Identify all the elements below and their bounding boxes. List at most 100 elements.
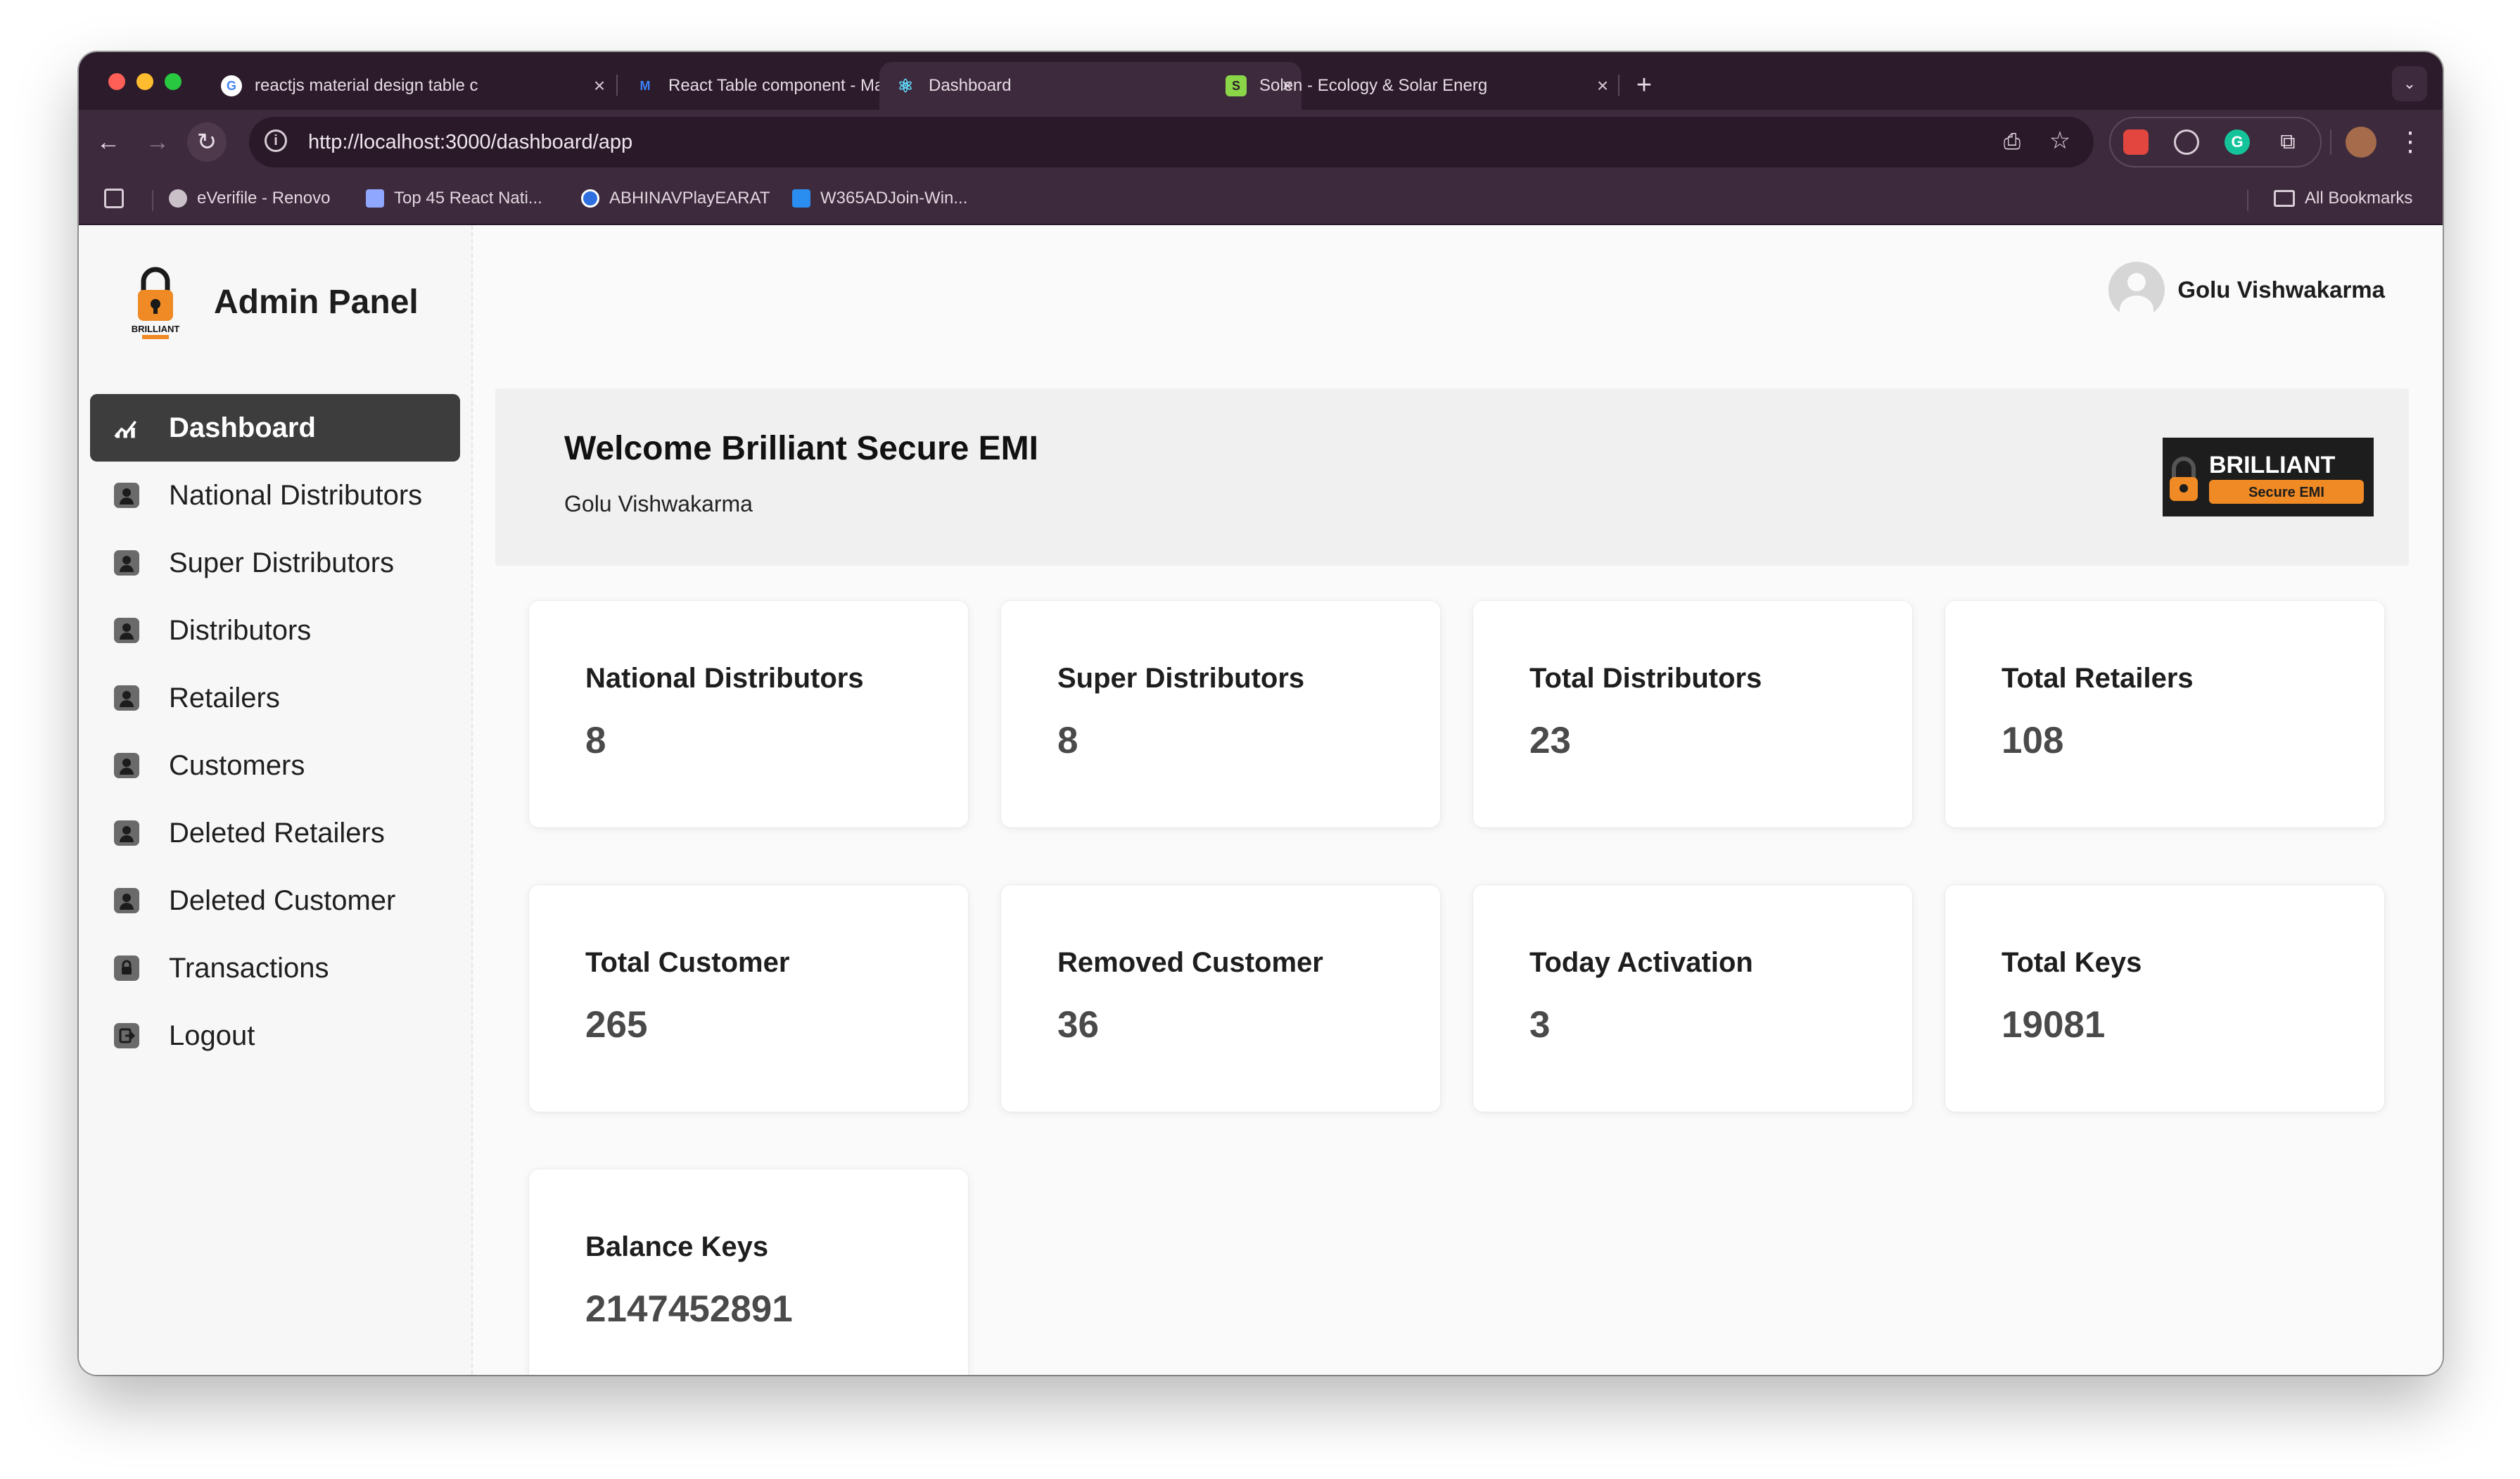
bookmark-abhinav[interactable]: ABHINAVPlayEARAT: [581, 189, 770, 208]
bookmark-label: eVerifile - Renovo: [197, 189, 331, 208]
sidebar-item-label: Distributors: [169, 614, 312, 646]
close-window-button[interactable]: [108, 73, 125, 90]
stat-value: 23: [1529, 720, 1571, 761]
stat-value: 2147452891: [585, 1288, 793, 1330]
bookmark-react-native[interactable]: Top 45 React Nati...: [366, 189, 542, 208]
welcome-subtitle: Golu Vishwakarma: [564, 491, 753, 516]
stat-card-total-retailers[interactable]: Total Retailers 108: [1945, 601, 2384, 827]
apps-grid-icon[interactable]: [104, 189, 124, 208]
stat-label: Today Activation: [1529, 947, 1753, 978]
google-icon: G: [221, 75, 242, 96]
bookmark-favicon-icon: [792, 189, 810, 208]
new-tab-button[interactable]: +: [1627, 68, 1662, 103]
stat-card-removed-customer[interactable]: Removed Customer 36: [1001, 885, 1440, 1112]
logo-brand-text: BRILLIANT: [2209, 452, 2336, 478]
extensions-puzzle-icon[interactable]: ⧉: [2275, 129, 2301, 155]
sidebar-item-customers[interactable]: Customers: [90, 732, 460, 799]
bookmark-favicon-icon: [366, 189, 384, 208]
grammarly-icon[interactable]: G: [2225, 129, 2250, 155]
person-icon: [114, 550, 139, 576]
stat-label: Total Retailers: [2002, 663, 2194, 694]
stat-label: Total Distributors: [1529, 663, 1762, 694]
tab-bar: G reactjs material design table c × M Re…: [79, 52, 2443, 110]
stat-value: 265: [585, 1004, 648, 1046]
back-icon[interactable]: ←: [89, 122, 128, 162]
brilliant-secure-emi-logo: BRILLIANT Secure EMI: [2163, 438, 2374, 516]
stat-label: Super Distributors: [1057, 663, 1305, 694]
folder-icon: [2274, 190, 2295, 207]
mui-icon: M: [639, 78, 651, 93]
sidebar-item-deleted-customer[interactable]: Deleted Customer: [90, 867, 460, 934]
tab-title: reactjs material design table c: [255, 76, 478, 95]
sidebar-item-label: Customers: [169, 749, 305, 781]
brilliant-logo: BRILLIANT: [132, 267, 180, 339]
chart-icon: [114, 415, 139, 440]
reload-icon[interactable]: ↻: [187, 122, 227, 162]
sidebar-item-label: Retailers: [169, 682, 280, 713]
sidebar-title: Admin Panel: [214, 284, 419, 321]
logo-tagline-text: Secure EMI: [2248, 485, 2324, 500]
sidebar-item-label: Logout: [169, 1020, 255, 1051]
stat-label: National Distributors: [585, 663, 864, 694]
stat-label: Total Keys: [2002, 947, 2142, 978]
sidebar-item-distributors[interactable]: Distributors: [90, 597, 460, 664]
bookmark-star-icon[interactable]: ☆: [2047, 128, 2073, 153]
all-bookmarks-button[interactable]: All Bookmarks: [2274, 189, 2412, 208]
stat-value: 19081: [2002, 1004, 2106, 1046]
bookmark-w365[interactable]: W365ADJoin-Win...: [792, 189, 967, 208]
avatar[interactable]: [2108, 262, 2165, 318]
stat-card-total-distributors[interactable]: Total Distributors 23: [1473, 601, 1912, 827]
logo-text: BRILLIANT: [132, 324, 180, 334]
profile-avatar-icon[interactable]: [2346, 127, 2376, 158]
sidebar-item-dashboard[interactable]: Dashboard: [90, 394, 460, 462]
site-info-icon[interactable]: i: [265, 129, 287, 152]
extension-icon[interactable]: [2123, 129, 2149, 155]
sidebar-item-super-distributors[interactable]: Super Distributors: [90, 529, 460, 597]
stat-value: 36: [1057, 1004, 1099, 1046]
sidebar-item-label: Dashboard: [169, 412, 316, 443]
stat-value: 108: [2002, 720, 2064, 761]
browser-menu-icon[interactable]: ⋮: [2396, 122, 2424, 162]
bookmark-everifile[interactable]: eVerifile - Renovo: [169, 189, 330, 208]
maximize-window-button[interactable]: [165, 73, 182, 90]
stat-label: Balance Keys: [585, 1231, 769, 1262]
bookmarks-bar: eVerifile - Renovo Top 45 React Nati... …: [79, 174, 2443, 225]
sidebar-item-deleted-retailers[interactable]: Deleted Retailers: [90, 799, 460, 867]
stat-card-total-customer[interactable]: Total Customer 265: [529, 885, 968, 1112]
sidebar-item-label: Super Distributors: [169, 547, 395, 578]
person-icon: [114, 618, 139, 643]
bookmark-label: W365ADJoin-Win...: [820, 189, 968, 208]
stat-value: 8: [585, 720, 606, 761]
welcome-title: Welcome Brilliant Secure EMI: [564, 430, 1038, 467]
forward-icon[interactable]: →: [138, 122, 177, 162]
stat-value: 3: [1529, 1004, 1551, 1046]
install-app-icon[interactable]: ⎙: [1999, 129, 2025, 155]
stat-card-super-distributors[interactable]: Super Distributors 8: [1001, 601, 1440, 827]
person-icon: [114, 753, 139, 778]
tab-reactjs-table[interactable]: G reactjs material design table c ×: [205, 62, 613, 110]
minimize-window-button[interactable]: [136, 73, 153, 90]
sidebar-item-national-distributors[interactable]: National Distributors: [90, 462, 460, 529]
stat-card-national-distributors[interactable]: National Distributors 8: [529, 601, 968, 827]
tab-search-chevron-icon[interactable]: ⌄: [2392, 66, 2427, 101]
stat-label: Removed Customer: [1057, 947, 1323, 978]
stat-card-balance-keys[interactable]: Balance Keys 2147452891: [529, 1169, 968, 1375]
user-menu[interactable]: Golu Vishwakarma: [2108, 262, 2385, 318]
address-bar[interactable]: i http://localhost:3000/dashboard/app ⎙ …: [249, 117, 2094, 167]
extension-target-icon[interactable]: [2174, 129, 2199, 155]
sidebar-item-logout[interactable]: Logout: [90, 1002, 460, 1069]
stat-card-today-activation[interactable]: Today Activation 3: [1473, 885, 1912, 1112]
solen-icon: S: [1226, 75, 1247, 96]
close-tab-icon[interactable]: ×: [585, 75, 613, 97]
stat-card-total-keys[interactable]: Total Keys 19081: [1945, 885, 2384, 1112]
person-icon: [114, 483, 139, 508]
person-icon: [114, 820, 139, 846]
close-tab-icon[interactable]: ×: [1589, 75, 1617, 97]
person-icon: [114, 685, 139, 711]
url-text: http://localhost:3000/dashboard/app: [308, 131, 633, 153]
sidebar-item-retailers[interactable]: Retailers: [90, 664, 460, 732]
tab-solen[interactable]: S Solen - Ecology & Solar Energ ×: [1210, 62, 1617, 110]
welcome-banner: Welcome Brilliant Secure EMI Golu Vishwa…: [495, 388, 2409, 566]
sidebar-item-transactions[interactable]: Transactions: [90, 934, 460, 1002]
sidebar-item-label: Transactions: [169, 952, 329, 984]
